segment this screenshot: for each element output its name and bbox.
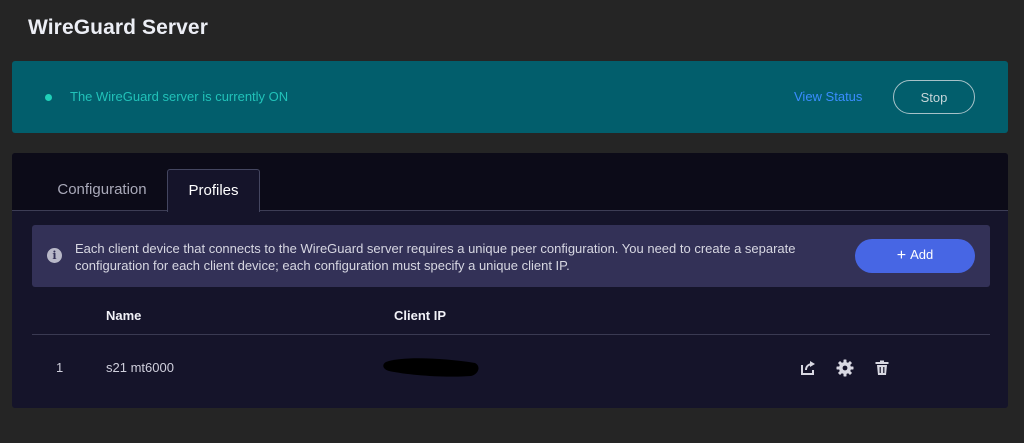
column-header-name: Name	[106, 308, 142, 323]
tab-profiles[interactable]: Profiles	[167, 169, 260, 212]
info-notice: i Each client device that connects to th…	[32, 225, 990, 287]
status-banner: The WireGuard server is currently ON Vie…	[12, 61, 1008, 133]
plus-icon: +	[896, 247, 907, 264]
tab-configuration[interactable]: Configuration	[42, 169, 162, 211]
export-icon[interactable]	[798, 358, 818, 378]
redacted-client-ip	[383, 358, 479, 377]
table-header: Name Client IP	[32, 300, 990, 335]
row-index: 1	[56, 360, 64, 375]
trash-icon[interactable]	[872, 358, 892, 378]
profiles-panel: Configuration Profiles i Each client dev…	[12, 153, 1008, 408]
profile-name: s21 mt6000	[106, 360, 174, 375]
column-header-client-ip: Client IP	[394, 308, 447, 323]
info-text: Each client device that connects to the …	[75, 241, 796, 273]
status-indicator-dot	[45, 94, 52, 101]
add-profile-button[interactable]: + Add	[855, 239, 975, 273]
gear-icon[interactable]	[835, 358, 855, 378]
table-row: 1 s21 mt6000	[32, 336, 990, 398]
view-status-link[interactable]: View Status	[794, 89, 862, 104]
stop-button[interactable]: Stop	[893, 80, 975, 114]
status-message: The WireGuard server is currently ON	[70, 89, 289, 104]
page-title: WireGuard Server	[28, 16, 208, 39]
tab-bar: Configuration Profiles	[12, 153, 1008, 212]
add-button-label: Add	[910, 247, 934, 262]
info-icon: i	[47, 248, 62, 263]
